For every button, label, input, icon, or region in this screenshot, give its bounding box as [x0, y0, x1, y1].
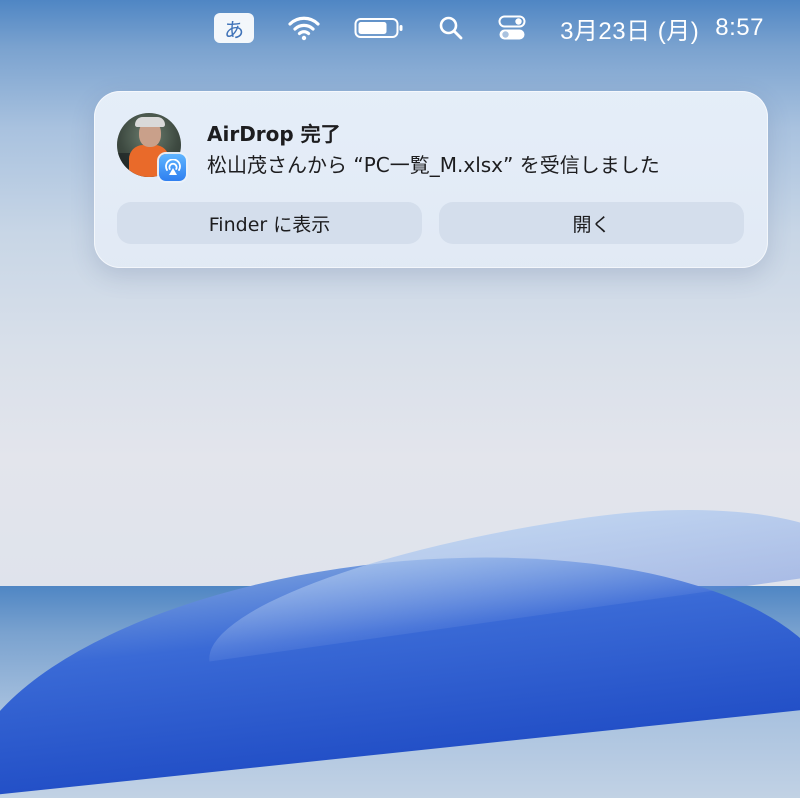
airdrop-notification[interactable]: AirDrop 完了 松山茂さんから “PC一覧_M.xlsx” を受信しました… [94, 91, 768, 268]
menu-bar: あ 3月23日 (月) 8:57 [0, 0, 800, 56]
show-in-finder-button[interactable]: Finder に表示 [117, 202, 422, 244]
airdrop-icon [159, 154, 186, 181]
avatar-hat [135, 117, 165, 127]
menu-bar-time: 8:57 [715, 14, 764, 41]
notification-title: AirDrop 完了 [207, 122, 341, 146]
menu-bar-clock[interactable]: 3月23日 (月) 8:57 [560, 11, 764, 46]
battery-icon[interactable] [354, 16, 404, 40]
spotlight-search-icon[interactable] [438, 15, 464, 41]
control-center-icon[interactable] [498, 15, 526, 41]
input-method-indicator[interactable]: あ [214, 13, 255, 43]
notification-message: 松山茂さんから “PC一覧_M.xlsx” を受信しました [207, 153, 660, 177]
open-file-button[interactable]: 開く [439, 202, 744, 244]
menu-bar-date: 3月23日 (月) [560, 17, 700, 45]
wifi-icon[interactable] [288, 15, 320, 41]
